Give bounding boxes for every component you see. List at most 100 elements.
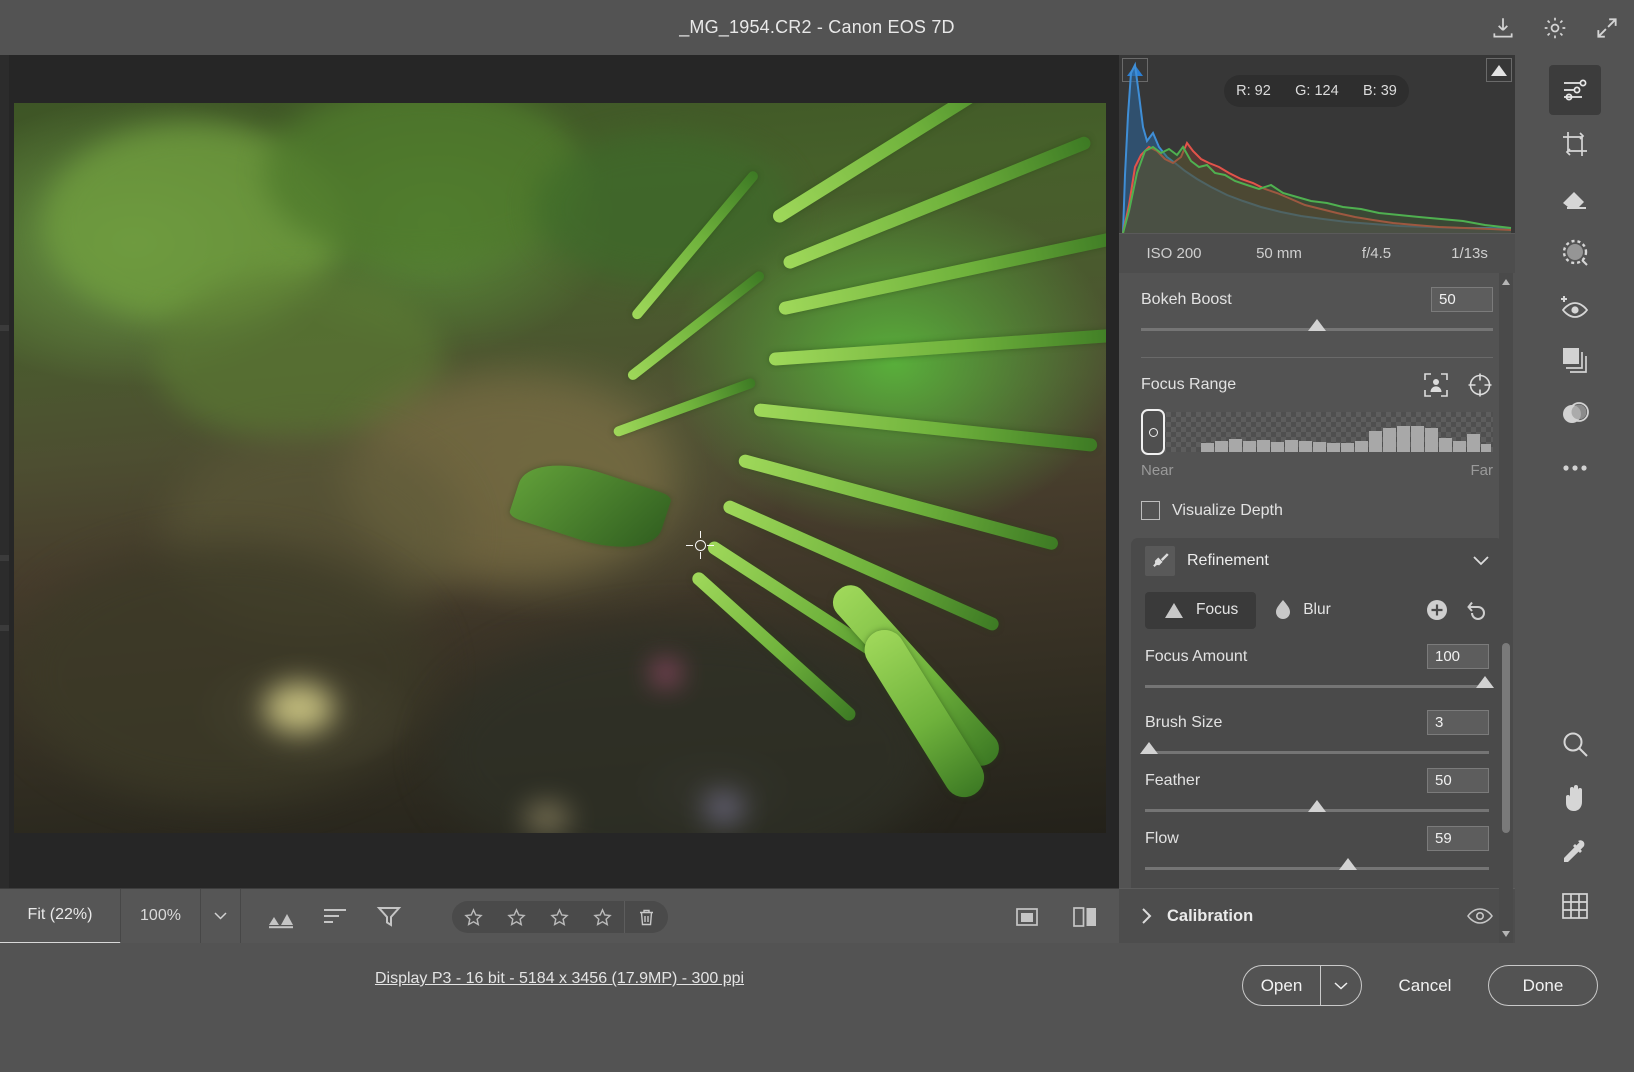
bokeh-boost-label: Bokeh Boost [1141, 291, 1232, 309]
chevron-down-icon[interactable] [1473, 556, 1489, 566]
scrollbar-thumb[interactable] [1502, 643, 1510, 833]
scroll-up-arrow[interactable] [1502, 279, 1510, 285]
spot-removal-tool[interactable] [1549, 227, 1601, 277]
edit-sliders-tool[interactable] [1549, 65, 1601, 115]
far-label: Far [1471, 462, 1494, 479]
feather-knob[interactable] [1308, 800, 1326, 812]
refinement-title: Refinement [1187, 552, 1461, 570]
gear-icon[interactable] [1542, 15, 1568, 41]
image-canvas[interactable] [0, 55, 1119, 888]
exif-iso: ISO 200 [1119, 245, 1229, 262]
panel-scrollbar[interactable] [1499, 273, 1513, 943]
trash-icon [638, 908, 655, 927]
zoom-tool[interactable] [1549, 719, 1601, 769]
chevron-right-icon[interactable] [1141, 907, 1153, 925]
focus-mode-button[interactable]: Focus [1145, 592, 1256, 629]
grid-overlay-tool[interactable] [1549, 881, 1601, 931]
save-icon[interactable] [1490, 15, 1516, 41]
star-icon[interactable] [593, 908, 612, 927]
magnifier-icon [1560, 729, 1590, 759]
bokeh-boost-slider[interactable] [1141, 328, 1493, 331]
eraser-icon [1560, 184, 1590, 212]
adjustment-brush-tool[interactable] [1549, 389, 1601, 439]
split-view-icon[interactable] [1071, 904, 1099, 930]
brush-size-slider[interactable] [1145, 751, 1489, 754]
feather-value[interactable]: 50 [1427, 768, 1489, 793]
healing-eraser-tool[interactable] [1549, 173, 1601, 223]
refinement-mode-group: Focus Blur [1145, 590, 1489, 630]
eye-icon[interactable] [1467, 907, 1493, 925]
open-button[interactable]: Open [1242, 965, 1320, 1006]
depth-histogram[interactable] [1141, 412, 1493, 452]
red-eye-icon [1560, 293, 1590, 319]
focus-amount-value[interactable]: 100 [1427, 644, 1489, 669]
eyedropper-icon [1561, 838, 1589, 866]
bokeh-boost-knob[interactable] [1308, 319, 1326, 331]
star-icon[interactable] [550, 908, 569, 927]
reset-icon[interactable] [1465, 598, 1489, 622]
histogram-panel[interactable]: R: 92 G: 124 B: 39 [1119, 55, 1515, 233]
tool-rail [1515, 55, 1634, 943]
zoom-fit-button[interactable]: Fit (22%) [0, 889, 121, 944]
add-mask-icon[interactable] [1425, 598, 1449, 622]
open-dropdown-button[interactable] [1320, 965, 1362, 1006]
flow-value[interactable]: 59 [1427, 826, 1489, 851]
brush-size-value[interactable]: 3 [1427, 710, 1489, 735]
brush-size-knob[interactable] [1140, 742, 1158, 754]
focus-triangle-icon [1163, 601, 1185, 620]
flow-slider[interactable] [1145, 867, 1489, 870]
focus-range-handle[interactable] [1141, 409, 1165, 455]
masking-layers-icon [1560, 345, 1590, 375]
filter-icon[interactable] [375, 903, 403, 929]
chevron-down-icon [214, 912, 227, 920]
star-icon[interactable] [464, 908, 483, 927]
exif-aperture: f/4.5 [1329, 245, 1424, 262]
focus-amount-slider[interactable] [1145, 685, 1489, 688]
more-dots-icon [1560, 463, 1590, 473]
visualize-depth-checkbox[interactable] [1141, 501, 1160, 520]
flow-label: Flow [1145, 830, 1179, 848]
eyedropper-tool[interactable] [1549, 827, 1601, 877]
crop-rotate-tool[interactable] [1549, 119, 1601, 169]
more-options-tool[interactable] [1549, 443, 1601, 493]
masking-tool[interactable] [1549, 335, 1601, 385]
subject-select-icon[interactable] [1423, 372, 1449, 398]
blur-mode-button[interactable]: Blur [1256, 590, 1349, 630]
calibration-label: Calibration [1167, 907, 1467, 926]
near-label: Near [1141, 462, 1174, 479]
zoom-dropdown-button[interactable] [201, 889, 241, 944]
exif-bar: ISO 200 50 mm f/4.5 1/13s [1119, 233, 1515, 273]
focus-target-icon[interactable] [1467, 372, 1493, 398]
fullscreen-preview-icon[interactable] [1013, 904, 1041, 930]
cancel-button[interactable]: Cancel [1362, 965, 1488, 1006]
flow-knob[interactable] [1339, 858, 1357, 870]
filmstrip-edge [0, 55, 9, 888]
calibration-section[interactable]: Calibration [1119, 888, 1515, 943]
focus-amount-knob[interactable] [1476, 676, 1494, 688]
sort-icon[interactable] [321, 903, 349, 929]
scroll-down-arrow[interactable] [1502, 931, 1510, 937]
exif-shutter: 1/13s [1424, 245, 1515, 262]
refinement-section: Refinement Focus Blur [1131, 538, 1503, 929]
focus-amount-label: Focus Amount [1145, 648, 1247, 666]
photo-preview[interactable] [14, 103, 1106, 833]
blur-mode-label: Blur [1303, 601, 1331, 619]
exif-focal-length: 50 mm [1229, 245, 1329, 262]
hand-tool[interactable] [1549, 773, 1601, 823]
zoom-100-button[interactable]: 100% [121, 889, 201, 944]
before-after-icon[interactable] [267, 903, 295, 929]
panel-scroll-area[interactable]: Bokeh Boost 50 Focus Range [1119, 273, 1515, 943]
image-info-link[interactable]: Display P3 - 16 bit - 5184 x 3456 (17.9M… [0, 970, 1119, 988]
grid-icon [1561, 892, 1589, 920]
expand-icon[interactable] [1594, 15, 1620, 41]
done-button[interactable]: Done [1488, 965, 1598, 1006]
feather-slider[interactable] [1145, 809, 1489, 812]
hand-icon [1561, 783, 1589, 813]
red-eye-tool[interactable] [1549, 281, 1601, 331]
star-icon[interactable] [507, 908, 526, 927]
visualize-depth-row[interactable]: Visualize Depth [1141, 501, 1493, 520]
bokeh-boost-value[interactable]: 50 [1431, 287, 1493, 312]
delete-button[interactable] [624, 901, 668, 933]
action-buttons: Open Cancel Done [1242, 965, 1598, 1006]
image-toolbar: Fit (22%) 100% [0, 888, 1119, 943]
